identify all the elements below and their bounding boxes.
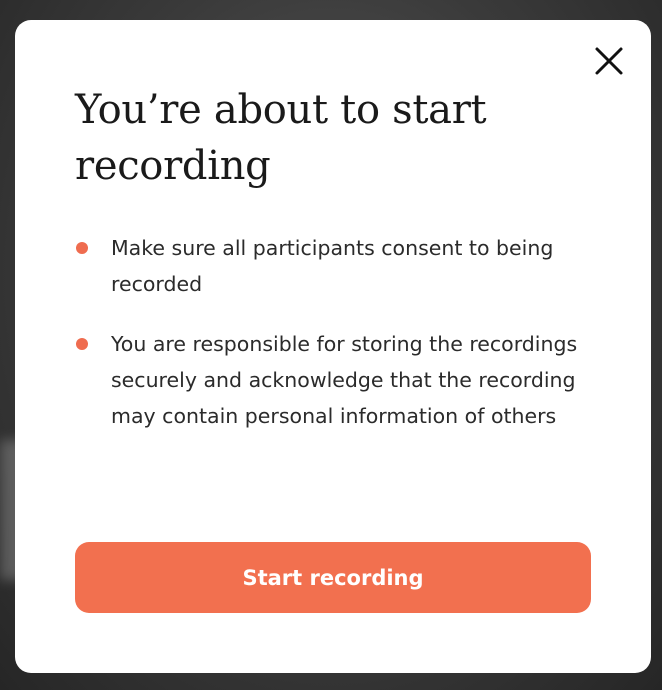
list-item: You are responsible for storing the reco… bbox=[75, 326, 595, 434]
list-item: Make sure all participants consent to be… bbox=[75, 230, 595, 302]
consent-bullet-list: Make sure all participants consent to be… bbox=[75, 230, 595, 458]
recording-consent-dialog: You’re about to start recording Make sur… bbox=[15, 20, 651, 673]
start-recording-button[interactable]: Start recording bbox=[75, 542, 591, 613]
close-button[interactable] bbox=[592, 44, 626, 78]
bullet-text: Make sure all participants consent to be… bbox=[111, 236, 554, 296]
bullet-dot-icon bbox=[76, 242, 88, 254]
dialog-title: You’re about to start recording bbox=[75, 87, 487, 189]
bullet-text: You are responsible for storing the reco… bbox=[111, 332, 578, 428]
bullet-dot-icon bbox=[76, 338, 88, 350]
close-icon bbox=[595, 47, 623, 75]
